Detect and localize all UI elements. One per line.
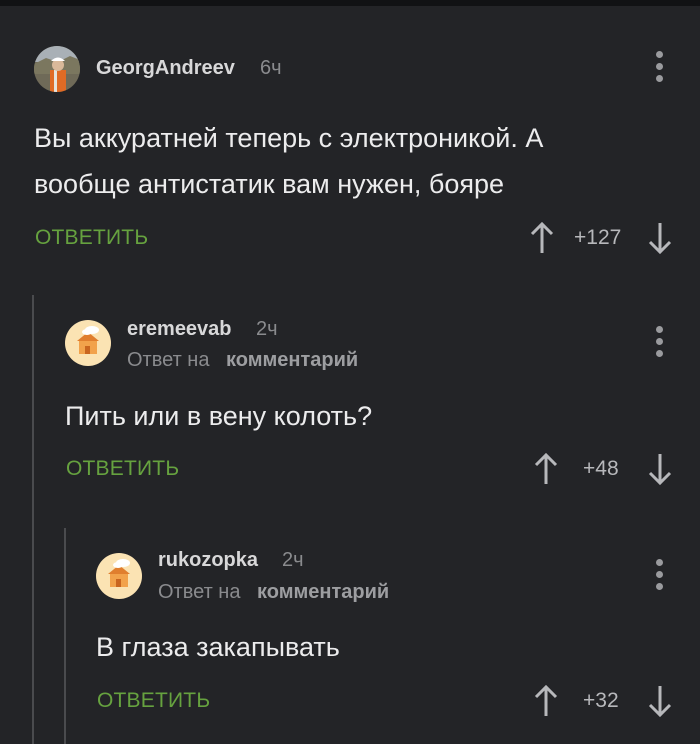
reply-to-prefix: Ответ на bbox=[127, 349, 210, 371]
reply-to-link[interactable]: комментарий bbox=[226, 349, 358, 372]
rating: +48 bbox=[583, 457, 619, 480]
avatar-eremeevab[interactable] bbox=[65, 320, 111, 366]
more-vert-icon[interactable] bbox=[653, 51, 665, 83]
thread-line-level-2 bbox=[64, 528, 66, 744]
arrow-up-icon[interactable] bbox=[532, 452, 560, 486]
username[interactable]: GeorgAndreev bbox=[96, 57, 235, 80]
comment-text: Пить или в вену колоть? bbox=[65, 401, 373, 431]
arrow-down-icon[interactable] bbox=[646, 684, 674, 718]
username[interactable]: eremeevab bbox=[127, 318, 232, 341]
rating: +127 bbox=[574, 226, 622, 249]
arrow-up-icon[interactable] bbox=[532, 684, 560, 718]
comment-text-line-2: вообще антистатик вам нужен, бояре bbox=[34, 169, 505, 199]
top-bar bbox=[0, 0, 700, 6]
arrow-up-icon[interactable] bbox=[528, 221, 556, 255]
comment-text-line-1: Вы аккуратней теперь с электроникой. А bbox=[34, 123, 544, 153]
rating: +32 bbox=[583, 689, 619, 712]
avatar-georgandreev[interactable] bbox=[34, 46, 80, 92]
more-vert-icon[interactable] bbox=[653, 326, 665, 358]
timestamp: 6ч bbox=[260, 57, 282, 79]
timestamp: 2ч bbox=[282, 549, 304, 571]
username[interactable]: rukozopka bbox=[158, 549, 258, 572]
more-vert-icon[interactable] bbox=[653, 559, 665, 591]
comment-text: В глаза закапывать bbox=[96, 632, 340, 662]
reply-button[interactable]: ОТВЕТИТЬ bbox=[66, 457, 179, 481]
thread-line-level-1 bbox=[32, 295, 34, 744]
reply-button[interactable]: ОТВЕТИТЬ bbox=[97, 689, 210, 713]
reply-to-link[interactable]: комментарий bbox=[257, 581, 389, 604]
arrow-down-icon[interactable] bbox=[646, 221, 674, 255]
avatar-rukozopka[interactable] bbox=[96, 553, 142, 599]
reply-button[interactable]: ОТВЕТИТЬ bbox=[35, 226, 148, 250]
arrow-down-icon[interactable] bbox=[646, 452, 674, 486]
reply-to-prefix: Ответ на bbox=[158, 581, 241, 603]
timestamp: 2ч bbox=[256, 318, 278, 340]
